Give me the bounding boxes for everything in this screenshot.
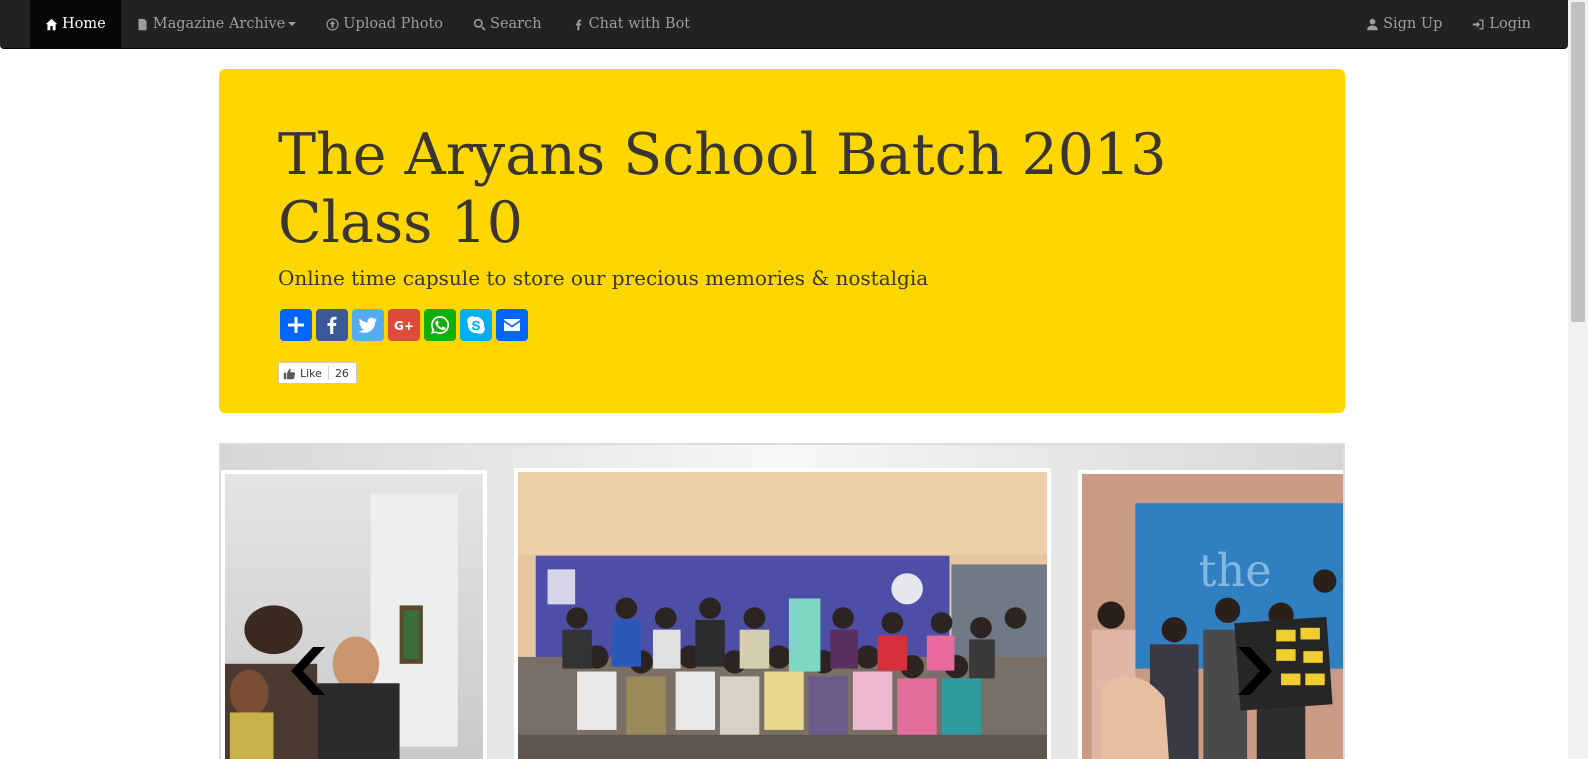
- search-icon: [473, 18, 486, 31]
- share-plus-icon: [288, 317, 304, 333]
- like-button[interactable]: Like: [279, 366, 329, 380]
- page-title: The Aryans School Batch 2013 Class 10: [278, 121, 1278, 257]
- group-photo-stage: [518, 472, 1047, 759]
- group-photo-banner: the: [1082, 474, 1343, 759]
- nav-login-label: Login: [1489, 16, 1531, 32]
- like-label: Like: [300, 366, 322, 380]
- page-title-line-2: Class 10: [278, 190, 523, 256]
- chevron-right-icon: [1238, 647, 1272, 695]
- email-share-button[interactable]: [496, 309, 528, 341]
- nav-magazine-archive-label: Magazine Archive: [152, 16, 286, 32]
- group-photo-corridor: [225, 474, 483, 759]
- login-icon: [1472, 18, 1485, 31]
- navbar-left: Home Magazine Archive Upload Photo Searc…: [30, 0, 705, 48]
- nav-search-label: Search: [490, 16, 542, 32]
- share-buttons: G+: [280, 309, 528, 341]
- carousel-slide-active[interactable]: [514, 468, 1051, 759]
- facebook-share-button[interactable]: [316, 309, 348, 341]
- photo-carousel: the: [219, 443, 1345, 759]
- nav-magazine-archive[interactable]: Magazine Archive: [121, 0, 312, 48]
- share-button[interactable]: [280, 309, 312, 341]
- like-count: 26: [334, 366, 349, 380]
- nav-home-label: Home: [62, 16, 106, 32]
- nav-search[interactable]: Search: [458, 0, 557, 48]
- page-scrollbar[interactable]: [1568, 0, 1588, 759]
- facebook-icon: [327, 316, 337, 334]
- whatsapp-share-button[interactable]: [424, 309, 456, 341]
- nav-home[interactable]: Home: [30, 0, 121, 48]
- carousel-prev-button[interactable]: [283, 645, 329, 697]
- facebook-icon: [572, 18, 585, 31]
- google-plus-share-button[interactable]: G+: [388, 309, 420, 341]
- nav-chat-with-bot[interactable]: Chat with Bot: [557, 0, 706, 48]
- top-navbar: Home Magazine Archive Upload Photo Searc…: [0, 0, 1568, 49]
- nav-upload-photo[interactable]: Upload Photo: [311, 0, 458, 48]
- caret-down-icon: [288, 22, 297, 26]
- file-icon: [136, 18, 149, 31]
- page-title-line-1: The Aryans School Batch 2013: [278, 122, 1167, 188]
- svg-text:G+: G+: [394, 319, 414, 333]
- hero-jumbotron: The Aryans School Batch 2013 Class 10 On…: [219, 69, 1345, 413]
- google-plus-icon: G+: [394, 319, 414, 333]
- navbar-right: Sign Up Login: [1351, 0, 1546, 48]
- user-icon: [1366, 18, 1379, 31]
- carousel-slide-next[interactable]: the: [1078, 470, 1343, 759]
- carousel-slide-previous[interactable]: [221, 470, 487, 759]
- nav-sign-up[interactable]: Sign Up: [1351, 0, 1457, 48]
- nav-chat-with-bot-label: Chat with Bot: [588, 16, 691, 32]
- svg-text:the: the: [1199, 544, 1272, 597]
- nav-login[interactable]: Login: [1457, 0, 1546, 48]
- home-icon: [45, 18, 58, 31]
- skype-icon: [467, 316, 485, 334]
- twitter-share-button[interactable]: [352, 309, 384, 341]
- thumbs-up-icon: [283, 368, 296, 379]
- scrollbar-thumb[interactable]: [1571, 2, 1585, 322]
- nav-sign-up-label: Sign Up: [1383, 16, 1443, 32]
- whatsapp-icon: [431, 315, 450, 334]
- nav-upload-photo-label: Upload Photo: [343, 16, 444, 32]
- email-icon: [504, 319, 520, 331]
- facebook-like-widget: Like 26: [278, 362, 357, 384]
- chevron-left-icon: [291, 647, 325, 695]
- upload-icon: [326, 17, 339, 31]
- twitter-icon: [358, 317, 377, 333]
- carousel-next-button[interactable]: [1234, 645, 1280, 697]
- skype-share-button[interactable]: [460, 309, 492, 341]
- page-subtitle: Online time capsule to store our preciou…: [278, 266, 929, 290]
